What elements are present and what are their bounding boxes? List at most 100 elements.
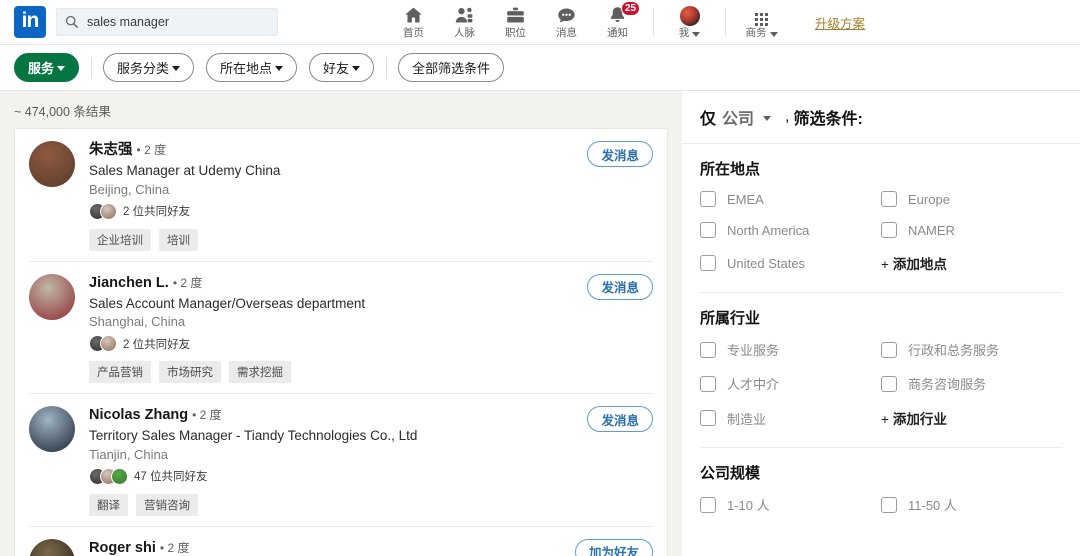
mutual-connections-text: 47 位共同好友 bbox=[134, 468, 208, 484]
skill-tag[interactable]: 产品营销 bbox=[89, 361, 151, 383]
profile-avatar[interactable] bbox=[29, 274, 75, 320]
skill-tags: 产品营销市场研究需求挖掘 bbox=[89, 361, 653, 383]
skill-tag[interactable]: 培训 bbox=[159, 229, 198, 251]
checkbox-label: Europe bbox=[908, 192, 950, 207]
plus-icon: + bbox=[881, 412, 889, 427]
filter-checkbox-row[interactable]: 专业服务 bbox=[700, 340, 881, 359]
notifications-badge: 25 bbox=[621, 1, 640, 16]
nav-item-business-label: 商务 bbox=[746, 27, 767, 39]
result-row[interactable]: Roger shi • 2 度sales Manager focus on me… bbox=[29, 527, 653, 556]
filter-checkbox-row[interactable]: Europe bbox=[881, 191, 1062, 207]
add-filter-row[interactable]: +添加行业 bbox=[881, 408, 1062, 428]
skill-tag[interactable]: 需求挖掘 bbox=[229, 361, 291, 383]
premium-upgrade-link[interactable]: 升级方案 bbox=[815, 13, 865, 32]
add-filter-row[interactable]: +添加地点 bbox=[881, 253, 1062, 273]
filter-checkbox-row[interactable]: EMEA bbox=[700, 191, 881, 207]
checkbox[interactable] bbox=[881, 497, 897, 513]
mutual-connections[interactable]: 2 位共同好友 bbox=[89, 203, 653, 220]
nav-item-me[interactable]: 我 bbox=[664, 0, 715, 45]
mutual-connections[interactable]: 2 位共同好友 bbox=[89, 335, 653, 352]
profile-name[interactable]: Nicolas Zhang • 2 度 bbox=[89, 406, 653, 424]
filter-checkbox-row[interactable]: 制造业 bbox=[700, 408, 881, 428]
skill-tag[interactable]: 翻译 bbox=[89, 494, 128, 516]
checkbox[interactable] bbox=[700, 410, 716, 426]
filter-pill-all-filters-label: 全部筛选条件 bbox=[412, 58, 490, 77]
filter-checkbox-row[interactable]: 1-10 人 bbox=[700, 495, 881, 514]
result-row[interactable]: Jianchen L. • 2 度 Sales Account Manager/O… bbox=[29, 262, 653, 395]
filter-pill-location[interactable]: 所在地点 bbox=[206, 53, 297, 82]
result-row[interactable]: Nicolas Zhang • 2 度 Territory Sales Manag… bbox=[29, 394, 653, 527]
nav-item-notifications[interactable]: 25 通知 bbox=[592, 0, 643, 45]
profile-name-text: 朱志强 bbox=[89, 142, 133, 158]
filter-pill-service-category[interactable]: 服务分类 bbox=[103, 53, 194, 82]
checkbox[interactable] bbox=[881, 191, 897, 207]
nav-item-messaging[interactable]: 消息 bbox=[541, 0, 592, 45]
profile-location: Beijing, China bbox=[89, 182, 653, 199]
filter-checkbox-row[interactable]: North America bbox=[700, 222, 881, 238]
mutual-connections[interactable]: 47 位共同好友 bbox=[89, 468, 653, 485]
profile-avatar[interactable] bbox=[29, 141, 75, 187]
result-row[interactable]: 朱志强 • 2 度Sales Manager at Udemy ChinaBei… bbox=[29, 129, 653, 262]
filter-checkbox-row[interactable]: 商务咨询服务 bbox=[881, 374, 1062, 393]
result-count: ~ 474,000 条结果 bbox=[0, 91, 678, 128]
chevron-down-icon bbox=[275, 66, 283, 71]
profile-name-text: Roger shi bbox=[89, 540, 156, 556]
checkbox[interactable] bbox=[700, 191, 716, 207]
checkbox-label: United States bbox=[727, 256, 805, 271]
message-button[interactable]: 发消息 bbox=[587, 274, 653, 300]
profile-name[interactable]: Jianchen L. • 2 度 bbox=[89, 274, 653, 292]
filter-section-title: 所在地点 bbox=[700, 158, 1062, 179]
nav-item-home[interactable]: 首页 bbox=[388, 0, 439, 45]
plus-icon: + bbox=[881, 257, 889, 272]
profile-headline: Territory Sales Manager - Tiandy Technol… bbox=[89, 427, 653, 445]
profile-name[interactable]: 朱志强 • 2 度 bbox=[89, 141, 653, 159]
profile-info: Jianchen L. • 2 度 Sales Account Manager/O… bbox=[89, 274, 653, 384]
checkbox[interactable] bbox=[700, 376, 716, 392]
add-filter-link[interactable]: +添加行业 bbox=[881, 408, 947, 428]
chevron-down-icon bbox=[172, 66, 180, 71]
filter-checkbox-row[interactable]: 11-50 人 bbox=[881, 495, 1062, 514]
nav-item-jobs[interactable]: 职位 bbox=[490, 0, 541, 45]
profile-location: Shanghai, China bbox=[89, 314, 653, 331]
filter-checkbox-grid: 1-10 人11-50 人 bbox=[700, 495, 1062, 514]
message-button[interactable]: 发消息 bbox=[587, 406, 653, 432]
filter-pill-all-filters[interactable]: 全部筛选条件 bbox=[398, 53, 504, 82]
filter-pill-services-label: 服务 bbox=[28, 58, 54, 77]
profile-avatar[interactable] bbox=[29, 539, 75, 556]
filter-checkbox-row[interactable]: United States bbox=[700, 253, 881, 273]
results-card: 朱志强 • 2 度Sales Manager at Udemy ChinaBei… bbox=[14, 128, 668, 556]
panel-header-only: 仅 bbox=[700, 105, 716, 129]
filter-checkbox-row[interactable]: 行政和总务服务 bbox=[881, 340, 1062, 359]
checkbox[interactable] bbox=[881, 342, 897, 358]
filter-pill-connections[interactable]: 好友 bbox=[309, 53, 374, 82]
checkbox[interactable] bbox=[700, 255, 716, 271]
profile-headline: Sales Account Manager/Overseas departmen… bbox=[89, 295, 653, 313]
checkbox[interactable] bbox=[700, 342, 716, 358]
panel-header-entity[interactable]: 公司 bbox=[722, 105, 754, 129]
mutual-avatar-stack bbox=[89, 335, 117, 352]
nav-item-network[interactable]: 人脉 bbox=[439, 0, 490, 45]
checkbox[interactable] bbox=[881, 222, 897, 238]
profile-avatar[interactable] bbox=[29, 406, 75, 452]
checkbox-label: 行政和总务服务 bbox=[908, 340, 999, 359]
skill-tag[interactable]: 企业培训 bbox=[89, 229, 151, 251]
add-filter-link[interactable]: +添加地点 bbox=[881, 253, 947, 273]
chevron-down-icon[interactable] bbox=[763, 116, 771, 121]
filter-checkbox-row[interactable]: NAMER bbox=[881, 222, 1062, 238]
filter-checkbox-row[interactable]: 人才中介 bbox=[700, 374, 881, 393]
filter-pill-services[interactable]: 服务 bbox=[14, 53, 79, 82]
connect-button[interactable]: 加为好友 bbox=[575, 539, 653, 556]
nav-item-notifications-label: 通知 bbox=[607, 28, 628, 39]
nav-item-business[interactable]: 商务 bbox=[736, 0, 787, 45]
linkedin-logo[interactable]: in bbox=[14, 6, 46, 38]
filter-section: 公司规模1-10 人11-50 人 bbox=[682, 448, 1080, 520]
checkbox[interactable] bbox=[700, 497, 716, 513]
checkbox[interactable] bbox=[881, 376, 897, 392]
search-input[interactable]: sales manager bbox=[56, 8, 278, 36]
checkbox[interactable] bbox=[700, 222, 716, 238]
message-button[interactable]: 发消息 bbox=[587, 141, 653, 167]
nav-item-home-label: 首页 bbox=[403, 28, 424, 39]
profile-name[interactable]: Roger shi • 2 度 bbox=[89, 539, 653, 556]
skill-tag[interactable]: 市场研究 bbox=[159, 361, 221, 383]
skill-tag[interactable]: 营销咨询 bbox=[136, 494, 198, 516]
